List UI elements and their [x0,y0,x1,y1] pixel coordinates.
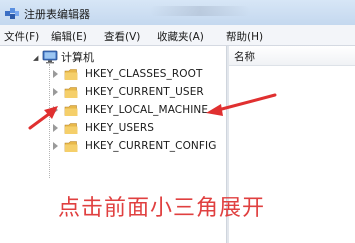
expand-triangle-icon[interactable] [53,106,58,114]
expand-triangle-icon[interactable] [53,124,58,132]
registry-editor-app-icon [5,8,19,19]
tree-node-hkey-current-user[interactable]: HKEY_CURRENT_USER [50,84,226,102]
folder-icon [64,123,78,134]
tree-node-hkey-current-config[interactable]: HKEY_CURRENT_CONFIG [50,138,226,156]
title-bar-blur [150,6,250,16]
menu-favorites[interactable]: 收藏夹(A) [157,29,204,44]
expand-triangle-icon[interactable] [53,70,58,78]
tree-node-hkey-local-machine[interactable]: HKEY_LOCAL_MACHINE [50,102,226,120]
collapse-triangle-icon[interactable]: ◢ [33,54,38,62]
menu-edit[interactable]: 编辑(E) [51,29,87,44]
tree-node-hkey-classes-root[interactable]: HKEY_CLASSES_ROOT [50,66,226,84]
tree-node-label: HKEY_CURRENT_CONFIG [85,140,217,152]
menu-bar: 文件(F) 编辑(E) 查看(V) 收藏夹(A) 帮助(H) [0,25,355,46]
column-header-label: 名称 [234,51,255,63]
registry-editor-window: 注册表编辑器 文件(F) 编辑(E) 查看(V) 收藏夹(A) 帮助(H) 名称… [0,0,355,243]
folder-icon [64,87,78,98]
instruction-caption: 点击前面小三角展开 [58,196,266,221]
column-header-name[interactable]: 名称 [229,46,355,66]
folder-icon [64,69,78,80]
menu-file[interactable]: 文件(F) [4,29,39,44]
tree-node-hkey-users[interactable]: HKEY_USERS [50,120,226,138]
tree-node-label: HKEY_CURRENT_USER [85,86,204,98]
computer-icon [42,50,58,64]
folder-icon [64,105,78,116]
folder-icon [64,141,78,152]
expand-triangle-icon[interactable] [53,142,58,150]
expand-triangle-icon[interactable] [53,88,58,96]
window-title: 注册表编辑器 [24,8,90,21]
tree-node-label: HKEY_USERS [85,122,155,134]
menu-help[interactable]: 帮助(H) [226,29,263,44]
tree-root-label[interactable]: 计算机 [61,49,94,65]
menu-view[interactable]: 查看(V) [104,29,140,44]
tree-node-label: HKEY_CLASSES_ROOT [85,68,203,80]
tree-node-label: HKEY_LOCAL_MACHINE [85,104,209,116]
title-bar: 注册表编辑器 [0,0,355,25]
